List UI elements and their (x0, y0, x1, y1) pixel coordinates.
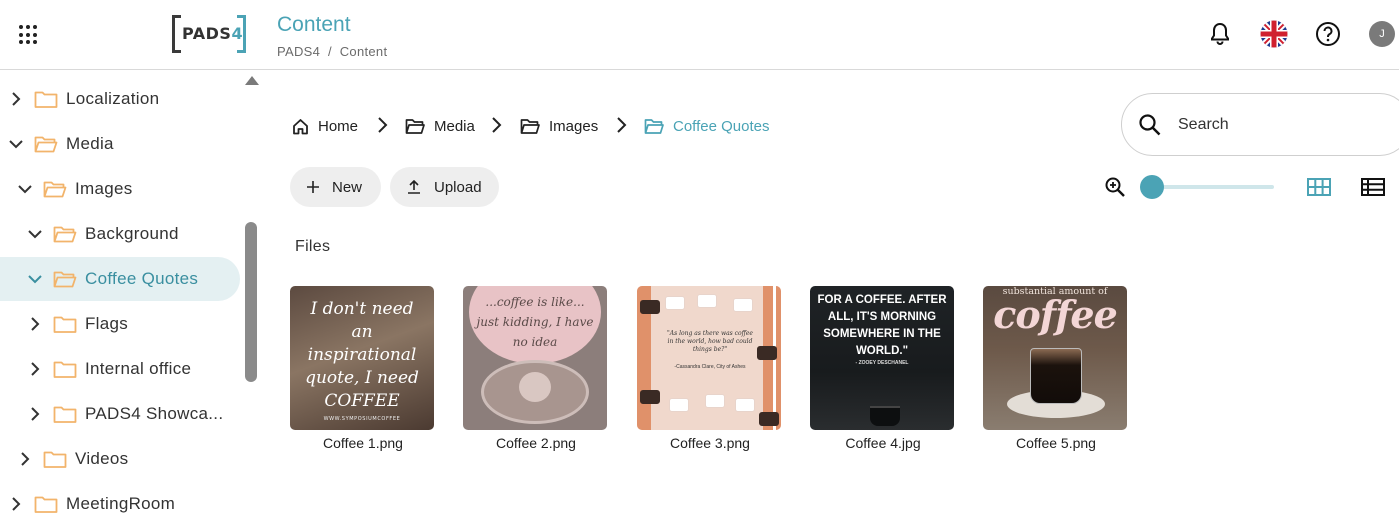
breadcrumb-images[interactable]: Images (520, 113, 598, 139)
tree-item-label: Images (75, 179, 133, 198)
search-box[interactable] (1121, 93, 1399, 156)
tree-item-label: Background (85, 224, 179, 243)
zoom-slider-track[interactable] (1152, 185, 1274, 189)
scroll-up-arrow-icon[interactable] (245, 76, 259, 85)
upload-icon (407, 180, 421, 194)
sidebar-scrollbar[interactable] (241, 71, 261, 518)
tree-item-flags[interactable]: Flags (0, 302, 240, 346)
bell-icon[interactable] (1205, 19, 1235, 49)
tree-item-background[interactable]: Background (0, 212, 240, 256)
app-header: PADS4 Content PADS4 / Content J (0, 0, 1399, 70)
chevron-right-icon (492, 117, 502, 133)
tree-item-label: Localization (66, 89, 160, 108)
image-thumbnail[interactable]: FOR A COFFEE. AFTER ALL, IT'S MORNING SO… (810, 286, 954, 430)
new-button[interactable]: New (290, 167, 381, 207)
folder-icon (43, 451, 67, 468)
breadcrumb-home[interactable]: Home (292, 113, 358, 139)
tree-item-label: MeetingRoom (66, 494, 176, 513)
tree-item-pads4-showcase[interactable]: PADS4 Showca... (0, 392, 240, 436)
breadcrumb-media[interactable]: Media (405, 113, 475, 139)
help-icon[interactable] (1313, 19, 1343, 49)
file-card[interactable]: "As long as there was coffee in the worl… (637, 286, 783, 451)
tree-item-meetingroom[interactable]: MeetingRoom (0, 482, 240, 518)
page-title: Content (277, 13, 351, 36)
folder-icon (53, 406, 77, 423)
tree-item-label: Videos (75, 449, 129, 468)
file-card[interactable]: FOR A COFFEE. AFTER ALL, IT'S MORNING SO… (810, 286, 956, 451)
folder-icon (53, 316, 77, 333)
app-launcher-icon[interactable] (18, 24, 40, 46)
folder-open-icon (405, 118, 425, 135)
folder-open-icon (53, 271, 77, 288)
plus-icon (307, 181, 319, 193)
folder-tree: Localization Media Images Background Cof… (0, 71, 262, 518)
folder-open-icon (644, 118, 664, 135)
folder-icon (34, 496, 58, 513)
image-thumbnail[interactable]: substantial amount of coffee (983, 286, 1127, 430)
files-section-label: Files (295, 238, 331, 255)
upload-button[interactable]: Upload (390, 167, 499, 207)
chevron-right-icon[interactable] (8, 496, 24, 512)
tree-item-label: Flags (85, 314, 129, 333)
chevron-right-icon[interactable] (27, 406, 43, 422)
chevron-down-icon[interactable] (27, 226, 43, 242)
tree-item-label: Media (66, 134, 114, 153)
breadcrumb-coffee-quotes[interactable]: Coffee Quotes (644, 113, 769, 139)
search-input[interactable] (1178, 112, 1378, 138)
chevron-down-icon[interactable] (8, 136, 24, 152)
folder-icon (53, 361, 77, 378)
tree-item-label: Internal office (85, 359, 192, 378)
image-thumbnail[interactable]: I don't need an inspirational quote, I n… (290, 286, 434, 430)
chevron-right-icon[interactable] (27, 361, 43, 377)
zoom-in-icon[interactable] (1104, 176, 1126, 198)
pads4-logo: PADS4 (172, 15, 246, 53)
tree-item-media[interactable]: Media (0, 122, 240, 166)
file-card[interactable]: substantial amount of coffee Coffee 5.pn… (983, 286, 1129, 451)
search-icon (1139, 114, 1161, 136)
file-name: Coffee 2.png (496, 435, 576, 451)
folder-open-icon (520, 118, 540, 135)
image-thumbnail[interactable]: ...coffee is like... just kidding, I hav… (463, 286, 607, 430)
chevron-right-icon (378, 117, 388, 133)
chevron-right-icon[interactable] (17, 451, 33, 467)
grid-view-icon[interactable] (1307, 178, 1331, 196)
tree-item-videos[interactable]: Videos (0, 437, 240, 481)
scrollbar-thumb[interactable] (245, 222, 257, 382)
tree-item-label: Coffee Quotes (85, 269, 199, 288)
chevron-right-icon[interactable] (27, 316, 43, 332)
file-card[interactable]: ...coffee is like... just kidding, I hav… (463, 286, 609, 451)
chevron-right-icon[interactable] (8, 91, 24, 107)
chevron-down-icon[interactable] (27, 271, 43, 287)
chevron-down-icon[interactable] (17, 181, 33, 197)
list-view-icon[interactable] (1361, 178, 1385, 196)
file-name: Coffee 1.png (323, 435, 403, 451)
tree-item-images[interactable]: Images (0, 167, 240, 211)
folder-open-icon (43, 181, 67, 198)
folder-open-icon (34, 136, 58, 153)
uk-flag-icon[interactable] (1259, 19, 1289, 49)
tree-item-coffee-quotes[interactable]: Coffee Quotes (0, 257, 240, 301)
folder-icon (34, 91, 58, 108)
tree-item-label: PADS4 Showca... (85, 404, 224, 423)
file-name: Coffee 5.png (1016, 435, 1096, 451)
folder-open-icon (53, 226, 77, 243)
file-card[interactable]: I don't need an inspirational quote, I n… (290, 286, 436, 451)
tree-item-localization[interactable]: Localization (0, 77, 240, 121)
tree-item-internal-office[interactable]: Internal office (0, 347, 240, 391)
zoom-slider-thumb[interactable] (1140, 175, 1164, 199)
header-breadcrumb: PADS4 / Content (277, 44, 388, 59)
user-avatar[interactable]: J (1369, 21, 1395, 47)
home-icon (292, 118, 309, 135)
chevron-right-icon (617, 117, 627, 133)
image-thumbnail[interactable]: "As long as there was coffee in the worl… (637, 286, 781, 430)
file-name: Coffee 4.jpg (845, 435, 921, 451)
file-name: Coffee 3.png (670, 435, 750, 451)
